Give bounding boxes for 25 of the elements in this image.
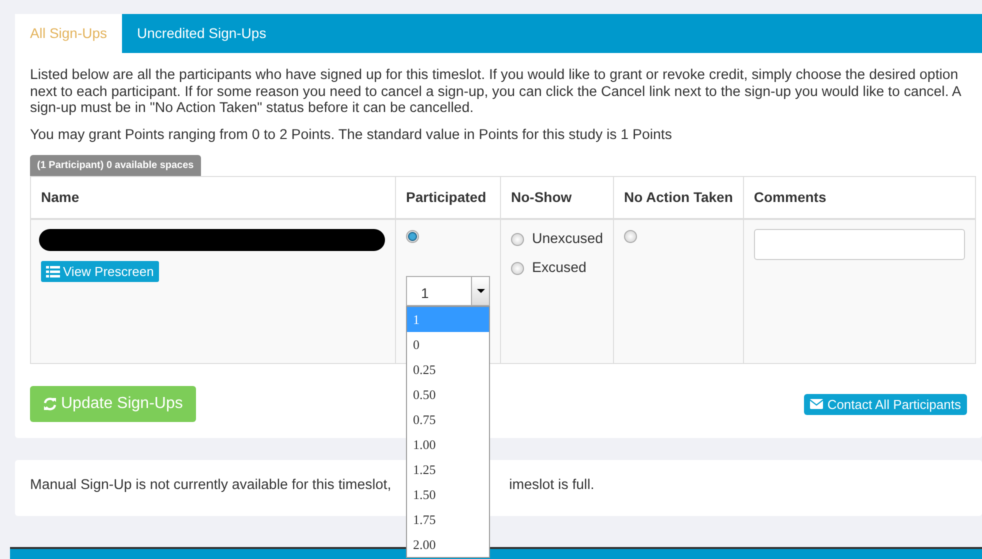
participated-radio[interactable] bbox=[406, 230, 419, 243]
no-show-radio[interactable] bbox=[511, 262, 524, 276]
dropdown-option[interactable]: 1.25 bbox=[407, 457, 489, 482]
no-show-radio[interactable] bbox=[511, 232, 524, 246]
no-action-radio[interactable] bbox=[624, 230, 637, 243]
radio-label: Unexcused bbox=[532, 230, 603, 249]
dropdown-option[interactable]: 0.75 bbox=[407, 407, 489, 432]
intro-paragraph: Listed below are all the participants who have signed up for this timeslot. If you would like to grant or revoke credit, simply choose the desired option next to each participant. If for some reason you need to cancel a sign-up, you can click the Cancel link next to the sign-up you would like to cancel. A sign-up must be in "No Action Taken" status before it can be cancelled. bbox=[30, 67, 962, 116]
dropdown-option[interactable]: 1.75 bbox=[407, 507, 489, 532]
points-note: You may grant Points ranging from 0 to 2 Points. The standard value in Points for this study is 1 Points bbox=[30, 126, 673, 144]
dropdown-option[interactable]: 0.25 bbox=[407, 357, 489, 382]
notice-text: imeslot is full. bbox=[509, 476, 594, 496]
dropdown-option[interactable]: 0 bbox=[407, 332, 489, 358]
refresh-icon bbox=[43, 397, 57, 412]
dropdown-option[interactable]: 1.50 bbox=[407, 482, 489, 508]
dropdown-option[interactable]: 0.50 bbox=[407, 382, 489, 408]
comments-field[interactable] bbox=[754, 228, 965, 260]
dropdown-option[interactable]: 1.00 bbox=[407, 432, 489, 458]
envelope-icon bbox=[810, 399, 824, 410]
radio-label: Excused bbox=[532, 259, 586, 278]
list-icon bbox=[46, 266, 60, 278]
notice-text: Manual Sign-Up is not currently available for this timeslot, bbox=[30, 476, 392, 496]
dropdown-option[interactable]: 2.00 bbox=[407, 532, 489, 558]
caret-icon bbox=[476, 289, 484, 294]
participant-count-label: (1 Participant) 0 available spaces bbox=[30, 154, 201, 176]
